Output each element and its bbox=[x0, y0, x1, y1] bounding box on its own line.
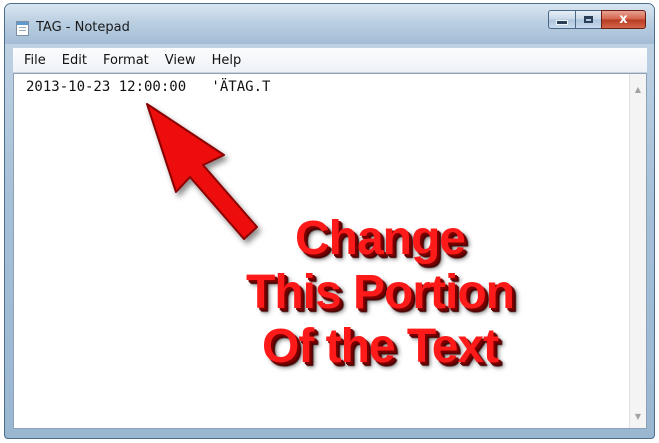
menu-file[interactable]: File bbox=[13, 53, 54, 68]
menu-help[interactable]: Help bbox=[204, 53, 250, 68]
annotation-line-3: Of the Text bbox=[261, 320, 499, 373]
notepad-icon[interactable] bbox=[16, 21, 29, 36]
annotation-line-1: Change bbox=[294, 212, 466, 265]
window-title: TAG - Notepad bbox=[36, 20, 130, 35]
minimize-button[interactable] bbox=[548, 10, 575, 29]
maximize-button[interactable] bbox=[575, 10, 601, 29]
vertical-scrollbar[interactable]: ▲ ▼ bbox=[629, 74, 646, 428]
maximize-icon bbox=[584, 16, 593, 23]
menu-edit[interactable]: Edit bbox=[54, 53, 95, 68]
menu-bar: File Edit Format View Help bbox=[13, 48, 647, 73]
annotation-line-2: This Portion bbox=[246, 266, 515, 319]
scroll-down-icon[interactable]: ▼ bbox=[630, 408, 646, 425]
menu-format[interactable]: Format bbox=[95, 53, 157, 68]
scroll-up-icon[interactable]: ▲ bbox=[630, 81, 646, 98]
minimize-icon bbox=[556, 20, 568, 25]
close-button[interactable]: x bbox=[601, 10, 646, 29]
close-icon: x bbox=[619, 12, 628, 27]
menu-view[interactable]: View bbox=[157, 53, 204, 68]
